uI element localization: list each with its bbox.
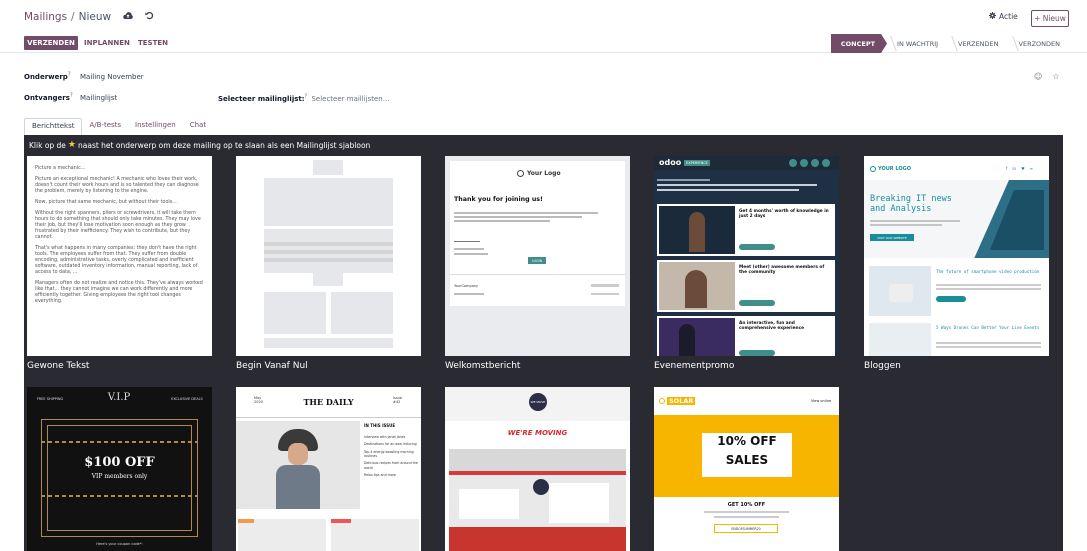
action-label: Actie [999,12,1018,21]
vip-right: EXCLUSIVE DEALS [171,397,203,401]
recipients-label: Ontvangers? [24,93,73,103]
template-name-welcome: Welkomstbericht [445,361,521,371]
schedule-button[interactable]: INPLANNEN [84,36,130,50]
action-bar: VERZENDEN INPLANNEN TESTEN CONCEPT IN WA… [0,34,1087,53]
solar-view-online: View online [811,399,832,403]
welcome-logo: Your Logo [517,170,561,177]
action-menu[interactable]: Actie [989,12,1018,21]
event-item-3: An interactive, fun and comprehensive ex… [739,321,805,331]
vip-offer: $100 OFF [84,455,155,470]
mailinglist-input[interactable]: Selecteer maillijsten... [311,95,389,103]
control-panel-header: Mailings / Nieuw Actie + Nieuw [0,0,1087,34]
subject-input[interactable]: Mailing November [80,73,144,81]
tab-chat[interactable]: Chat [183,118,213,135]
emoji-icon[interactable]: ☺ [1034,72,1042,81]
template-card-plain-text[interactable]: Picture a mechanic... Picture an excepti… [27,156,212,356]
stage-concept[interactable]: CONCEPT [831,34,887,53]
sun-icon [659,398,665,404]
template-name-event: Evenementpromo [654,361,735,371]
event-item-2: Meet (other) awesome members of the comm… [739,265,825,275]
globe-icon [870,166,876,172]
template-name-plain: Gewone Tekst [27,361,90,371]
event-item-1: Get 4 months' worth of knowledge in just… [739,209,829,219]
solar-big-1: 10% OFF [717,434,777,448]
event-tag: EXPERIENCE [684,160,710,166]
vip-sub: VIP members only [91,473,148,480]
cloud-upload-icon[interactable] [123,11,133,23]
template-card-scratch[interactable] [236,156,421,356]
template-card-blog[interactable]: YOUR LOGO f in ♥ ≡ Breaking IT news and Ana… [864,156,1049,356]
stage-sending[interactable]: VERZENDEN [948,34,1008,53]
tab-ab-tests[interactable]: A/B-tests [82,118,128,135]
subject-row: Onderwerp? [24,72,70,81]
stage-sent[interactable]: VERZONDEN [1009,34,1070,53]
send-button[interactable]: VERZENDEN [24,36,78,50]
template-name-scratch: Begin Vanaf Nul [236,361,308,371]
template-card-event[interactable]: odoo EXPERIENCE Get 4 months' worth of k… [654,156,839,356]
undo-icon[interactable] [145,11,154,23]
vip-left: FREE SHIPPING [36,397,64,401]
template-card-solar[interactable]: SOLAR View online 10% OFF SALES GET 10% … [654,387,839,551]
vip-footer: Here's your coupon code*: [96,542,143,546]
blog-cta: VISIT OUR WEBSITE [870,234,914,241]
tab-body[interactable]: Berichttekst [24,118,83,135]
plain-text-preview: Picture a mechanic... Picture an excepti… [35,166,203,304]
logo-icon [517,170,524,177]
vip-brand: V.I.P [107,392,131,403]
signature [454,230,480,242]
breadcrumb-separator: / [71,11,75,23]
daily-list: Interview with Janet Jones Destinations … [364,435,418,477]
status-bar: CONCEPT IN WACHTRIJ VERZENDEN VERZONDEN [831,34,1070,53]
solar-brand: SOLAR [667,397,696,405]
breadcrumb-current: Nieuw [78,11,112,23]
stage-in-queue[interactable]: IN WACHTRIJ [887,34,948,53]
solar-code: ENDOFSUMMER20 [714,524,778,533]
solar-get: GET 10% OFF [727,502,766,508]
daily-issue: Issue #42 [393,396,403,404]
blog-logo: YOUR LOGO [870,166,911,172]
template-card-vip[interactable]: FREE SHIPPING V.I.P EXCLUSIVE DEALS $100… [27,387,212,551]
template-card-daily[interactable]: May 2020 THE DAILY Issue #42 IN THIS ISS… [236,387,421,551]
template-name-blog: Bloggen [864,361,901,371]
mailinglist-label: Selecteer mailinglijst:? [218,94,308,104]
template-card-moving[interactable]: WE MOVE WE'RE MOVING [445,387,630,551]
tab-settings[interactable]: Instellingen [128,118,183,135]
blog-title: Breaking IT news and Analysis [870,194,952,215]
moving-title: WE'RE MOVING [507,429,568,437]
test-button[interactable]: TESTEN [138,36,168,50]
gear-icon [989,12,996,21]
subject-label: Onderwerp? [24,72,71,82]
daily-in-issue: IN THIS ISSUE [364,423,396,428]
template-card-welcome[interactable]: Your Logo Thank you for joining us! LOGI… [445,156,630,356]
welcome-company: YourCompany [454,284,479,288]
star-icon: ★ [67,140,76,150]
welcome-title: Thank you for joining us! [454,196,543,203]
mailinglist-row: Selecteer mailinglijst:? Selecteer maill… [218,94,389,103]
welcome-login-button: LOGIN [528,257,546,264]
star-icon[interactable]: ☆ [1052,72,1059,81]
recipients-select[interactable]: Mailinglijst [80,94,117,102]
blog-article-2: 5 Ways Drones Can Better Your Live Event… [936,325,1040,330]
breadcrumb: Mailings / Nieuw [24,11,154,23]
event-brand: odoo [659,158,682,167]
moving-badge: WE MOVE [529,393,547,411]
template-chooser: Klik op de ★ naast het onderwerp om deze… [24,135,1063,551]
solar-big-2: SALES [725,453,769,467]
recipients-row: Ontvangers? [24,93,73,102]
template-hint: Klik op de ★ naast het onderwerp om deze… [29,140,371,150]
blog-article-1: The future of smartphone video productio… [936,269,1040,274]
solar-brand-wrap: SOLAR [659,397,696,405]
new-button[interactable]: + Nieuw [1031,10,1069,27]
breadcrumb-mailings[interactable]: Mailings [24,11,67,23]
notebook-tabs: Berichttekst A/B-tests Instellingen Chat [24,118,213,135]
subject-actions: ☺ ☆ [1034,72,1060,81]
